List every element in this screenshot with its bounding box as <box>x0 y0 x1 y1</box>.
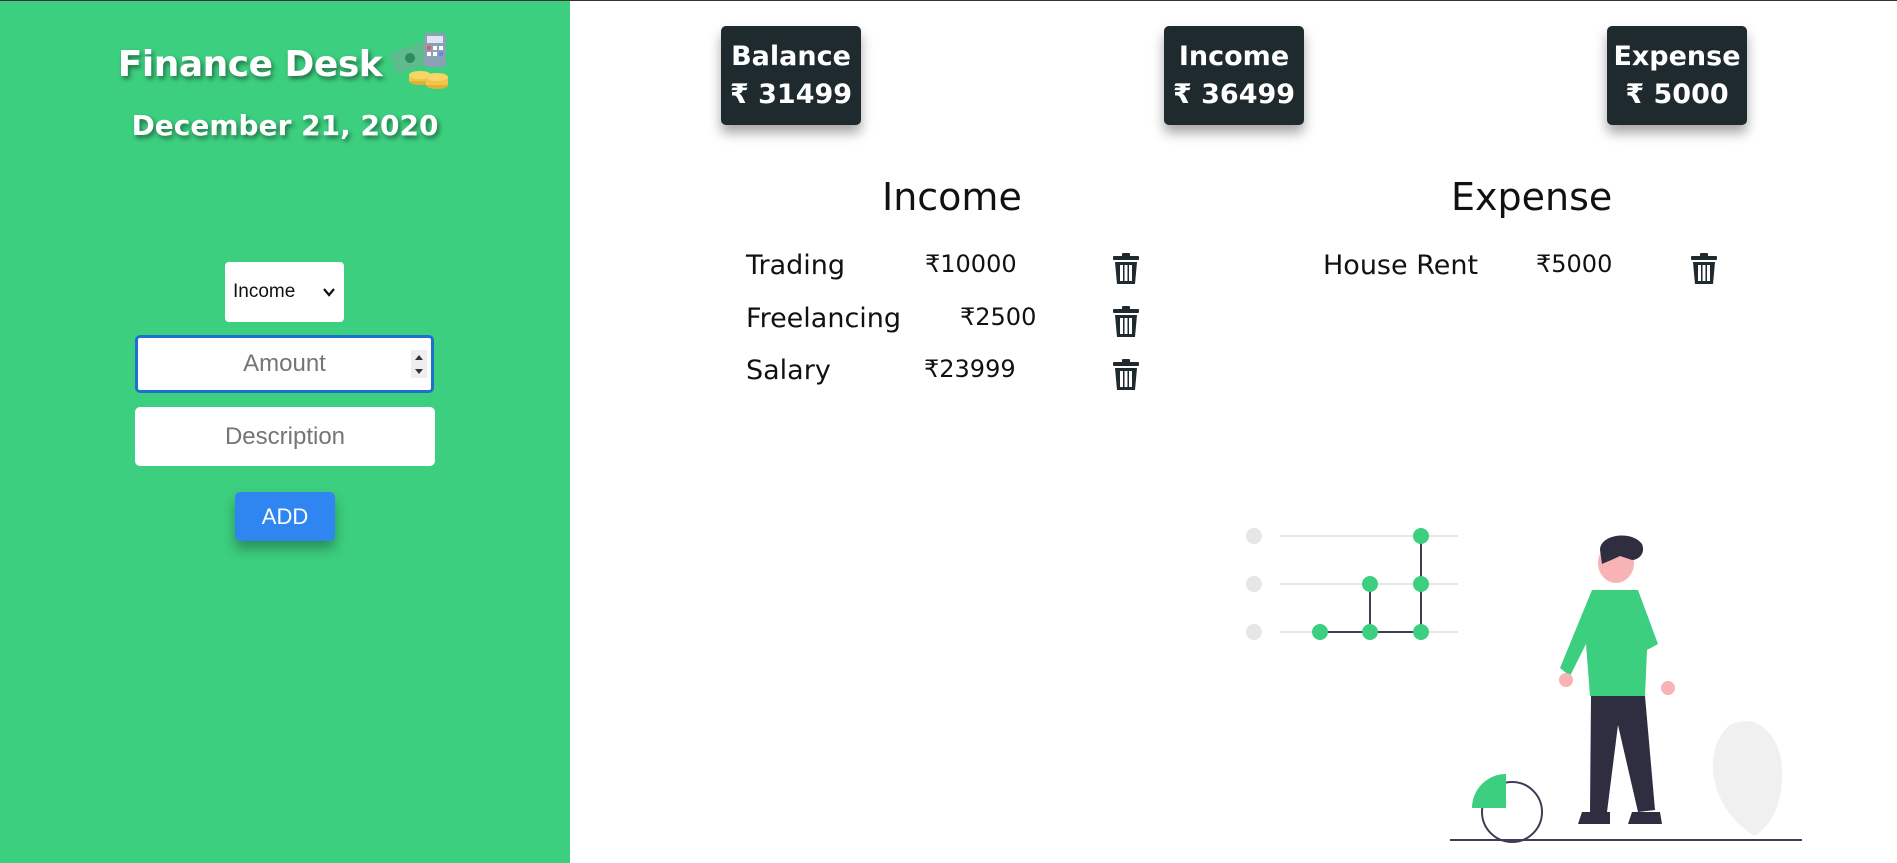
income-card: Income ₹ 36499 <box>1164 26 1304 125</box>
expense-value: ₹ 5000 <box>1625 78 1729 110</box>
trash-icon[interactable] <box>1112 306 1140 338</box>
money-calculator-icon <box>390 31 452 97</box>
income-item-amount: ₹23999 <box>924 355 1016 383</box>
trash-icon[interactable] <box>1112 253 1140 285</box>
expense-label: Expense <box>1613 40 1741 72</box>
brand: Finance Desk <box>0 31 570 97</box>
trash-icon[interactable] <box>1112 359 1140 391</box>
trash-icon[interactable] <box>1690 253 1718 285</box>
description-placeholder: Description <box>224 422 346 450</box>
income-item-label: Freelancing <box>746 303 902 334</box>
amount-input[interactable]: Amount <box>135 335 434 393</box>
app-title: Finance Desk <box>117 43 383 85</box>
current-date: December 21, 2020 <box>131 109 439 142</box>
income-section-title: Income <box>882 175 1022 219</box>
chevron-down-icon <box>323 288 335 297</box>
income-item-amount: ₹10000 <box>925 250 1017 278</box>
add-button[interactable]: ADD <box>235 492 335 541</box>
description-input[interactable]: Description <box>135 407 435 466</box>
income-value: ₹ 36499 <box>1172 78 1296 110</box>
amount-placeholder: Amount <box>243 350 326 377</box>
income-item-label: Trading <box>746 250 846 281</box>
expense-card: Expense ₹ 5000 <box>1607 26 1747 125</box>
type-select-value: Income <box>233 281 296 302</box>
expense-item-label: House Rent <box>1323 250 1479 281</box>
balance-label: Balance <box>731 40 851 72</box>
sidebar: Finance Desk December 21, 2020 Income Am… <box>0 1 570 863</box>
amount-stepper[interactable] <box>411 350 427 378</box>
finance-illustration <box>1246 528 1802 843</box>
stepper-up-icon[interactable] <box>415 354 423 360</box>
income-label: Income <box>1178 40 1290 72</box>
balance-value: ₹ 31499 <box>729 78 853 110</box>
stepper-down-icon[interactable] <box>415 368 423 374</box>
expense-item-amount: ₹5000 <box>1536 250 1613 278</box>
type-select[interactable]: Income <box>225 262 344 322</box>
income-item-amount: ₹2500 <box>960 303 1037 331</box>
balance-card: Balance ₹ 31499 <box>721 26 861 125</box>
income-item-label: Salary <box>746 355 831 386</box>
expense-section-title: Expense <box>1451 175 1613 219</box>
